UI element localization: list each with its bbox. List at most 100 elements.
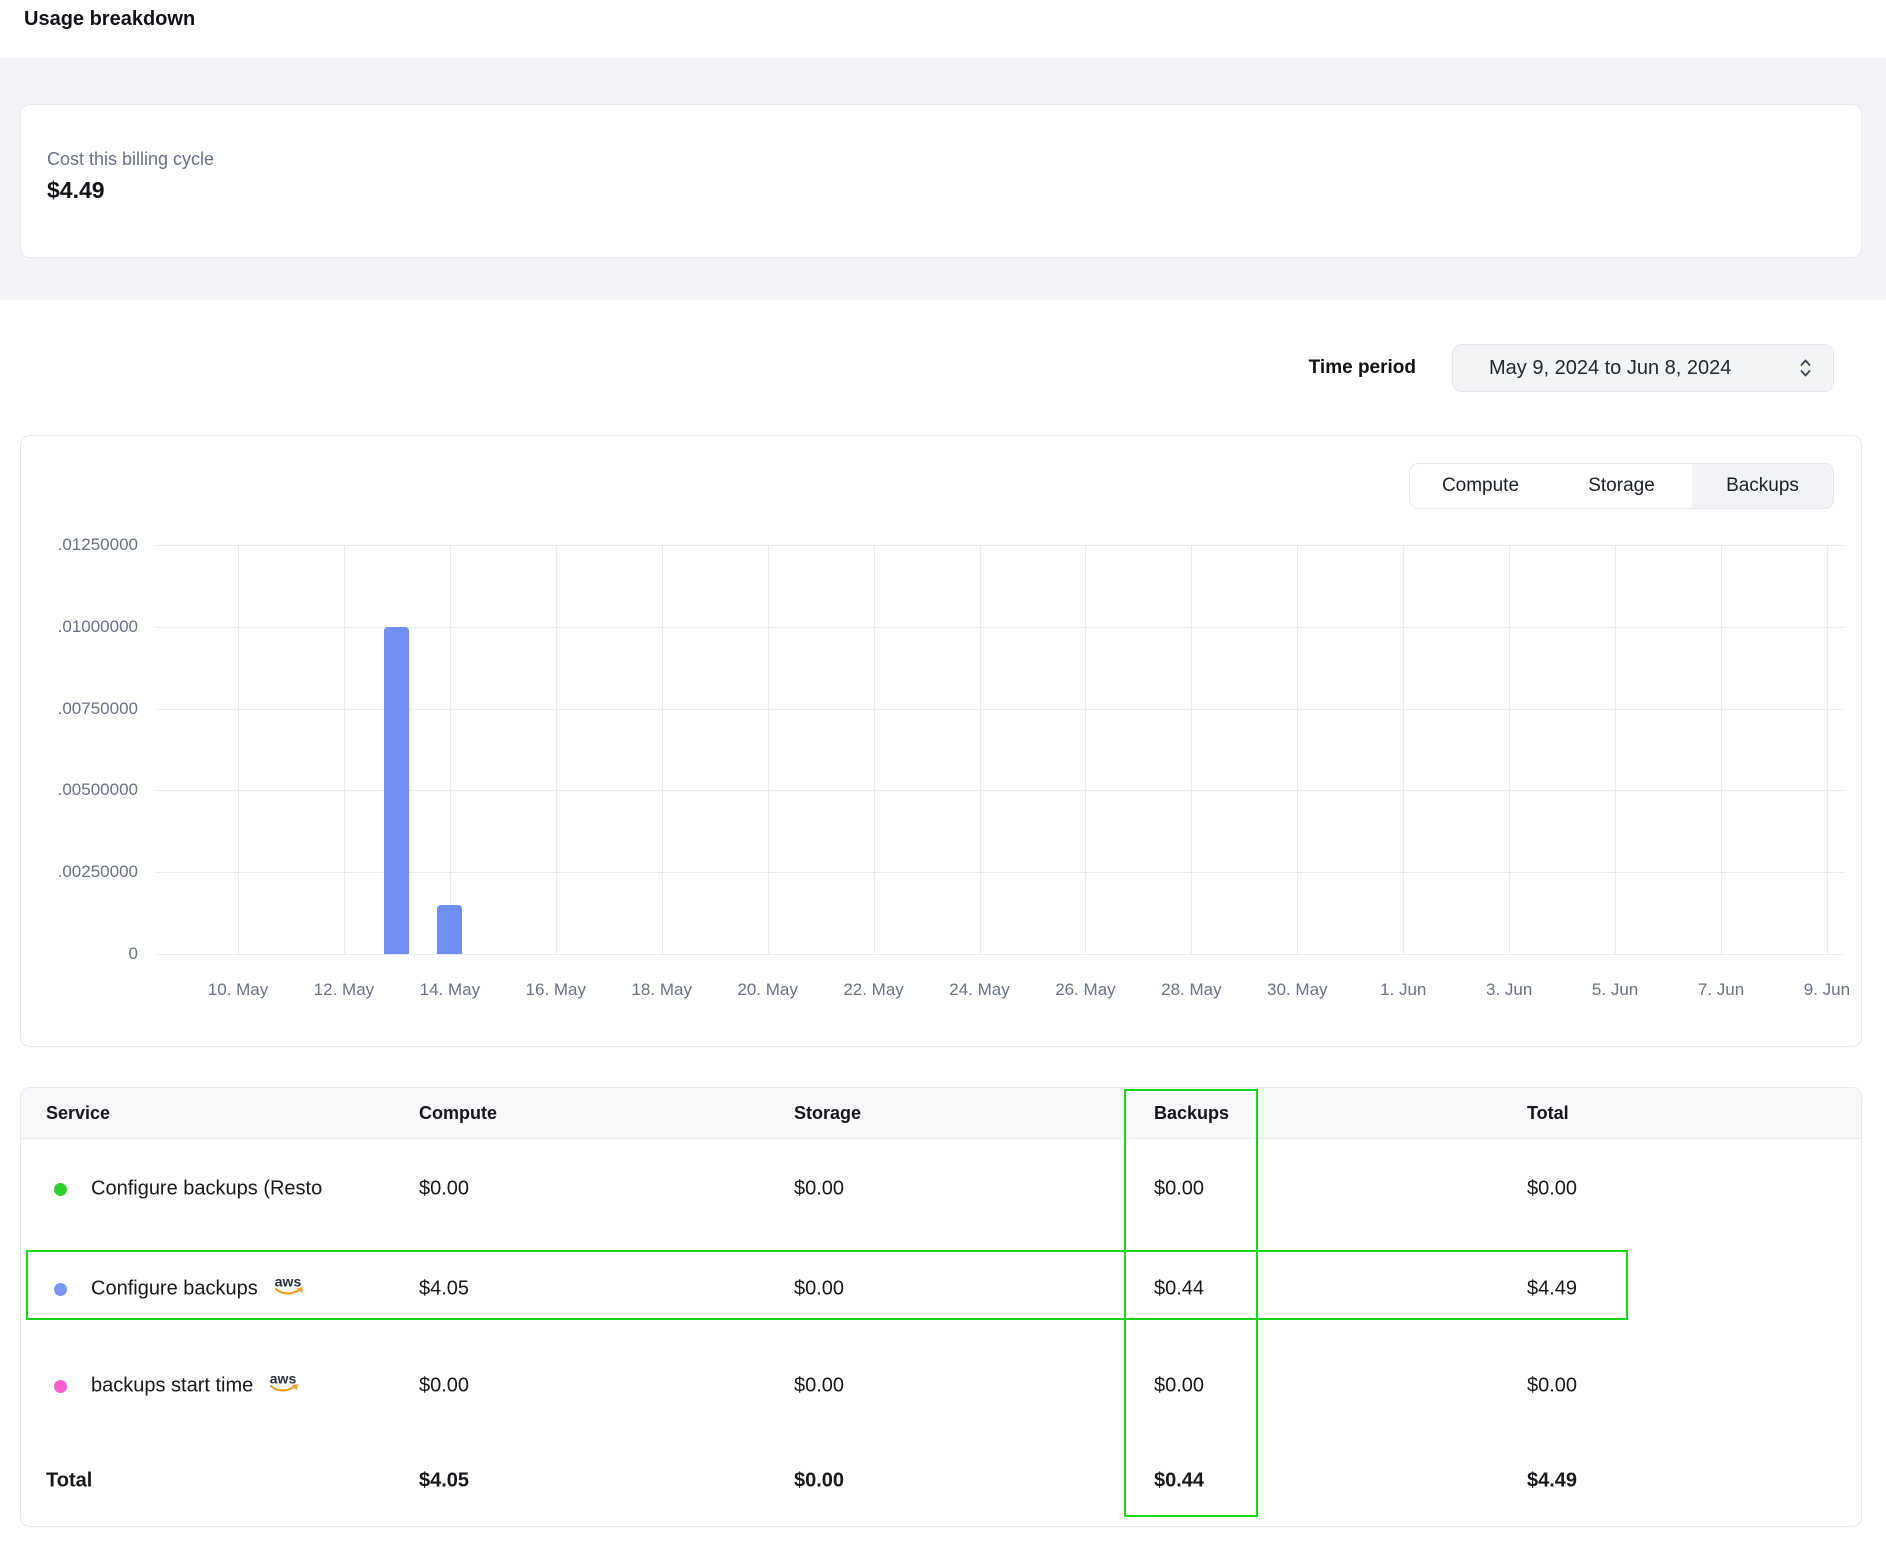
y-axis-tick-label: .01000000 [21,616,138,638]
service-color-dot [54,1183,67,1196]
usage-type-tabs: ComputeStorageBackups [1409,463,1834,509]
page-title: Usage breakdown [24,8,195,31]
y-axis-labels: .01250000.01000000.00750000.00500000.002… [21,545,138,954]
x-axis-tick-label: 18. May [614,980,710,1000]
service-label: Configure backups [91,1278,258,1301]
x-axis-tick-label: 3. Jun [1461,980,1557,1000]
x-axis-tick-label: 20. May [720,980,816,1000]
time-period-selected-value: May 9, 2024 to Jun 8, 2024 [1489,357,1798,380]
table-row-configure-backups-resto[interactable]: Configure backups (Resto $0.00 $0.00 $0.00 $… [21,1139,1861,1239]
y-axis-tick-label: .01250000 [21,534,138,556]
billing-cycle-cost-card: Cost this billing cycle $4.49 [20,104,1862,258]
svg-text:aws: aws [270,1371,297,1387]
vertical-gridline [768,545,769,954]
vertical-gridline [1721,545,1722,954]
cell-storage: $0.00 [794,1375,844,1398]
total-compute: $4.05 [419,1469,469,1492]
x-axis-tick-label: 16. May [508,980,604,1000]
horizontal-gridline [156,790,1844,791]
chevron-up-down-icon [1798,356,1813,380]
service-name: backups start time aws [91,1371,301,1402]
vertical-gridline [344,545,345,954]
total-backups: $0.44 [1154,1469,1204,1492]
y-axis-tick-label: .00250000 [21,861,138,883]
x-axis-tick-label: 14. May [402,980,498,1000]
time-period-label: Time period [1276,357,1416,379]
aws-logo: aws [272,1274,306,1299]
cost-card-value: $4.49 [47,177,105,204]
vertical-gridline [1297,545,1298,954]
table-row-configure-backups[interactable]: Configure backups aws $4.05 $0.00 $0.44 $4.49 [21,1239,1861,1339]
cell-backups: $0.00 [1154,1178,1204,1201]
total-row-label: Total [46,1469,92,1492]
cell-total: $4.49 [1527,1278,1577,1301]
usage-chart-card: ComputeStorageBackups .01250000 .01000000… [20,435,1862,1047]
usage-breakdown-page: Usage breakdown Cost this billing cycle … [0,0,1886,1548]
x-axis-tick-label: 22. May [826,980,922,1000]
vertical-gridline [1191,545,1192,954]
x-axis-tick-label: 30. May [1249,980,1345,1000]
service-label: Configure backups (Resto [91,1178,322,1201]
cost-card-label: Cost this billing cycle [47,149,214,170]
service-color-dot [54,1380,67,1393]
cell-storage: $0.00 [794,1178,844,1201]
horizontal-gridline [156,545,1844,546]
usage-table-card: ServiceComputeStorageBackupsTotal Config… [20,1087,1862,1527]
table-row-backups-start-time[interactable]: backups start timeaws$0.00$0.00$0.00$0.0… [21,1339,1861,1433]
plot-area: 10. May12. May14. May16. May18. May20. M… [156,545,1844,954]
x-axis-tick-label: 1. Jun [1355,980,1451,1000]
cell-compute: $0.00 [419,1178,469,1201]
vertical-gridline [874,545,875,954]
tab-backups[interactable]: Backups [1692,464,1833,508]
x-axis-tick-label: 28. May [1143,980,1239,1000]
vertical-gridline [238,545,239,954]
horizontal-gridline [156,872,1844,873]
cell-backups: $0.00 [1154,1375,1204,1398]
tab-storage[interactable]: Storage [1551,464,1692,508]
cell-compute: $0.00 [419,1375,469,1398]
svg-text:aws: aws [275,1274,302,1290]
time-period-select[interactable]: May 9, 2024 to Jun 8, 2024 [1452,344,1834,392]
vertical-gridline [556,545,557,954]
vertical-gridline [1615,545,1616,954]
vertical-gridline [1403,545,1404,954]
x-axis-tick-label: 9. Jun [1779,980,1875,1000]
cell-total: $0.00 [1527,1178,1577,1201]
horizontal-gridline [156,709,1844,710]
x-axis-tick-label: 24. May [932,980,1028,1000]
vertical-gridline [1827,545,1828,954]
x-axis-tick-label: 5. Jun [1567,980,1663,1000]
cell-backups: $0.44 [1154,1278,1204,1301]
x-axis-tick-label: 10. May [190,980,286,1000]
horizontal-gridline [156,627,1844,628]
total-storage: $0.00 [794,1469,844,1492]
y-axis-tick-label: .00500000 [21,779,138,801]
cell-storage: $0.00 [794,1278,844,1301]
service-name: Configure backups aws [91,1274,306,1305]
service-color-dot [54,1283,67,1296]
x-axis-tick-label: 7. Jun [1673,980,1769,1000]
table-header-row: ServiceComputeStorageBackupsTotal [21,1088,1861,1139]
aws-logo: aws [267,1371,301,1396]
vertical-gridline [1085,545,1086,954]
y-axis-tick-label: 0 [21,943,138,965]
column-header-backups: Backups [1154,1088,1229,1138]
table-total-row: Total$4.05$0.00$0.44$4.49 [21,1433,1861,1527]
column-header-total: Total [1527,1088,1569,1138]
vertical-gridline [1509,545,1510,954]
vertical-gridline [662,545,663,954]
tab-compute[interactable]: Compute [1410,464,1551,508]
x-axis-tick-label: 12. May [296,980,392,1000]
column-header-compute: Compute [419,1088,497,1138]
usage-bar-13-May [384,627,409,954]
horizontal-gridline [156,954,1844,955]
x-axis-tick-label: 26. May [1037,980,1133,1000]
y-axis-tick-label: .00750000 [21,698,138,720]
service-label: backups start time [91,1375,253,1398]
service-name: Configure backups (Resto [91,1178,322,1201]
column-header-storage: Storage [794,1088,861,1138]
usage-bar-14-May [437,905,462,954]
vertical-gridline [450,545,451,954]
vertical-gridline [980,545,981,954]
cell-compute: $4.05 [419,1278,469,1301]
